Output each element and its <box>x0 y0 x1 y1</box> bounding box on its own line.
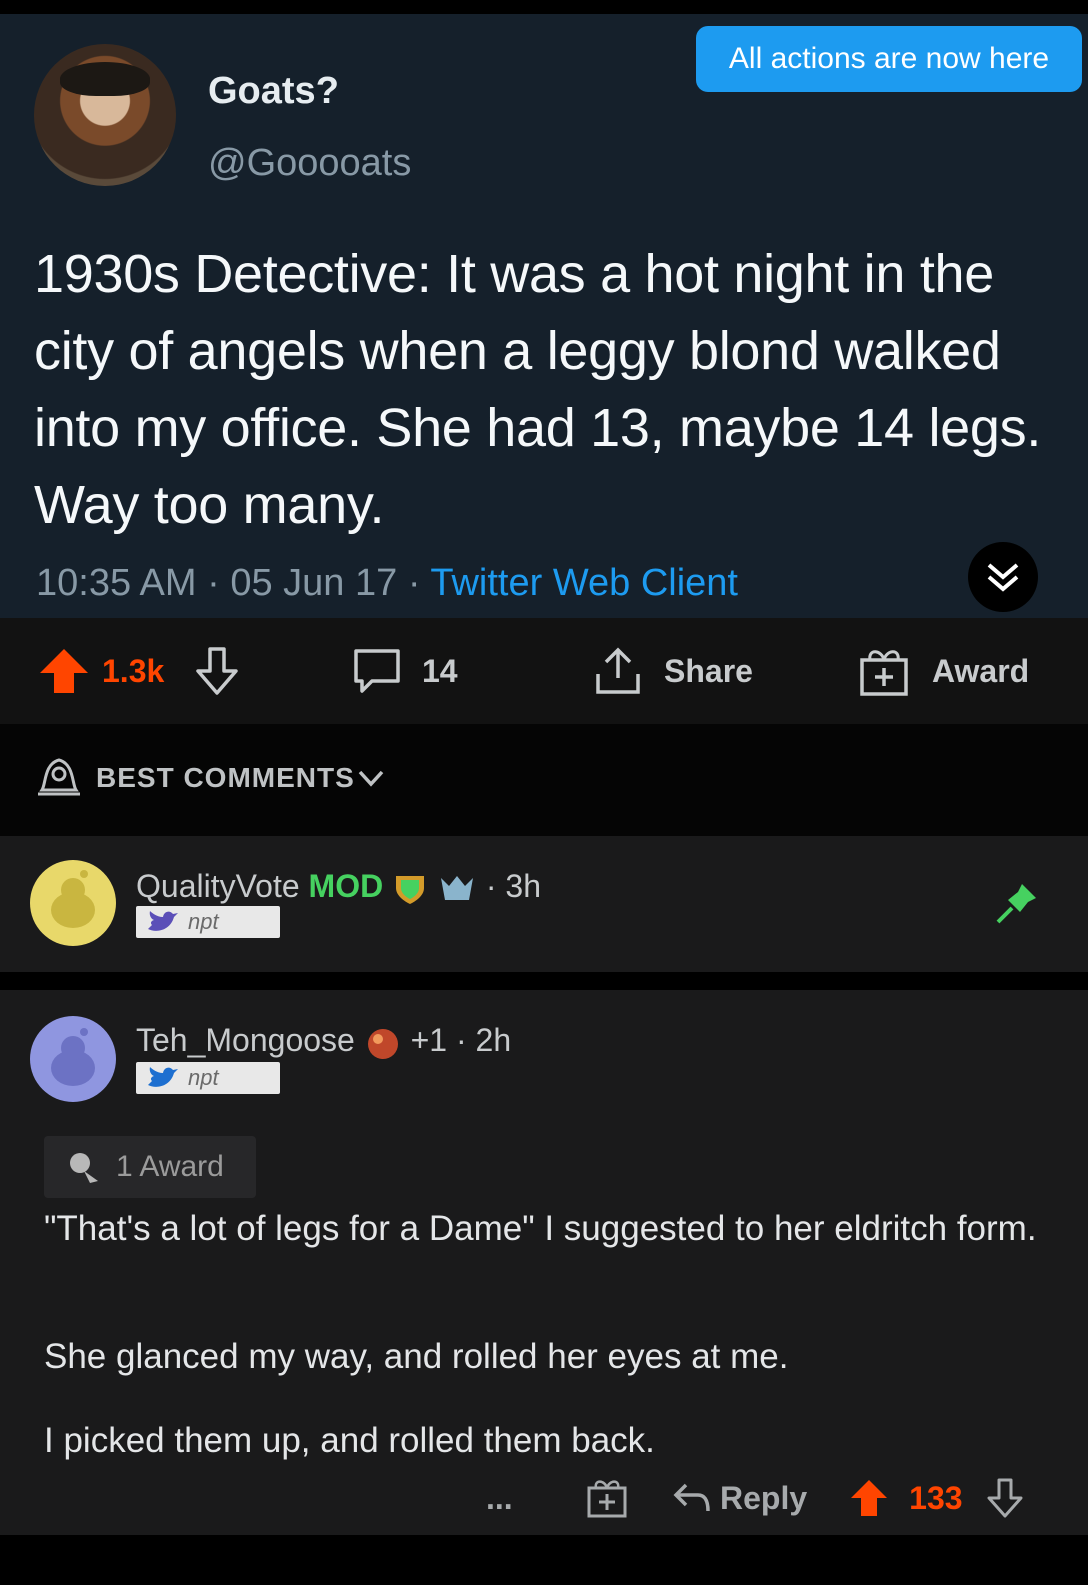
chevron-down-icon <box>358 770 384 787</box>
award-label: Award <box>932 652 1030 689</box>
meta-separator: · <box>455 1022 467 1058</box>
share-button[interactable]: Share <box>592 618 753 724</box>
comment-paragraph: "That's a lot of legs for a Dame" I sugg… <box>44 1209 1037 1248</box>
avatar[interactable] <box>30 860 116 946</box>
meta-separator: · <box>407 562 431 604</box>
sort-label: BEST COMMENTS <box>96 762 355 793</box>
tweet-display-name[interactable]: Goats? <box>208 70 339 113</box>
comment-quality-vote: QualityVote MOD · 3h npt <box>0 836 1088 972</box>
comment-paragraph: She glanced my way, and rolled her eyes … <box>44 1337 789 1376</box>
reply-label: Reply <box>720 1479 808 1516</box>
award-gift-icon <box>860 650 908 696</box>
downvote-arrow-icon[interactable] <box>985 1476 1025 1520</box>
award-gift-icon[interactable] <box>586 1476 628 1520</box>
twitter-bird-icon <box>148 911 178 931</box>
award-button[interactable]: Award <box>858 618 1029 724</box>
award-rose-icon <box>70 1153 98 1183</box>
snoo-icon <box>51 870 95 928</box>
comment-header: QualityVote MOD · 3h <box>136 868 541 906</box>
tweet-time: 10:35 AM <box>36 562 197 604</box>
pin-icon <box>996 884 1036 924</box>
actions-banner[interactable]: All actions are now here <box>696 26 1082 92</box>
upvote-group: 1.3k <box>36 618 240 724</box>
meta-separator: · <box>207 562 231 604</box>
share-label: Share <box>664 652 753 689</box>
snoo-icon <box>51 1028 95 1086</box>
comment-username[interactable]: QualityVote <box>136 868 300 904</box>
comment-count: 14 <box>422 652 458 689</box>
mod-badge: MOD <box>308 868 384 904</box>
upvote-arrow-icon[interactable] <box>847 1476 891 1520</box>
tweet-card: Goats? @Gooooats All actions are now her… <box>0 14 1088 618</box>
post-action-bar: 1.3k 14 Share Award <box>0 618 1088 724</box>
karma-badge-icon <box>367 1028 398 1059</box>
flair-text: npt <box>188 1065 219 1090</box>
share-icon <box>596 647 640 694</box>
comment-header: Teh_Mongoose +1 · 2h <box>136 1022 511 1062</box>
tweet-text: 1930s Detective: It was a hot night in t… <box>34 244 1042 535</box>
comment-sort-bar[interactable]: BEST COMMENTS <box>0 724 1088 836</box>
comment-age: 2h <box>475 1022 512 1058</box>
user-flair: npt <box>136 906 280 938</box>
upvote-count: 1.3k <box>102 652 165 689</box>
tweet-handle[interactable]: @Gooooats <box>208 142 411 185</box>
award-badge-icon <box>440 875 473 900</box>
comment-paragraph: I picked them up, and rolled them back. <box>44 1421 655 1460</box>
double-chevron-icon <box>987 563 1019 592</box>
user-flair: npt <box>136 1062 280 1094</box>
more-options-button[interactable]: ... <box>486 1480 546 1517</box>
comment-username[interactable]: Teh_Mongoose <box>136 1022 355 1058</box>
mod-shield-icon <box>396 875 425 904</box>
twitter-bird-icon <box>148 1067 178 1087</box>
bell-icon <box>38 758 80 796</box>
avatar[interactable] <box>30 1016 116 1102</box>
tweet-source[interactable]: Twitter Web Client <box>430 562 738 604</box>
reply-arrow-icon <box>673 1483 710 1512</box>
comment-age: 3h <box>505 868 542 904</box>
tweet-avatar[interactable] <box>34 44 176 186</box>
meta-separator: · <box>485 868 497 904</box>
comment-score: 133 <box>909 1479 963 1516</box>
comment-footer: ... Reply 133 <box>486 1468 1025 1528</box>
tweet-meta: 10:35 AM · 05 Jun 17 · Twitter Web Clien… <box>36 562 738 605</box>
karma-badge: +1 <box>410 1022 448 1058</box>
award-chip[interactable]: 1 Award <box>44 1136 256 1198</box>
comment-bubble-icon <box>354 649 400 693</box>
flair-text: npt <box>188 909 219 934</box>
downvote-arrow-icon[interactable] <box>194 645 240 697</box>
upvote-arrow-icon[interactable] <box>36 643 92 699</box>
avatar-hat-shape <box>60 62 150 96</box>
award-count-label: 1 Award <box>116 1150 224 1183</box>
comment-teh-mongoose: Teh_Mongoose +1 · 2h npt 1 Award "That's… <box>0 990 1088 1535</box>
reply-button[interactable]: Reply <box>672 1480 807 1517</box>
tweet-date: 05 Jun 17 <box>230 562 398 604</box>
expand-button[interactable] <box>968 542 1038 612</box>
comments-button[interactable]: 14 <box>350 618 458 724</box>
